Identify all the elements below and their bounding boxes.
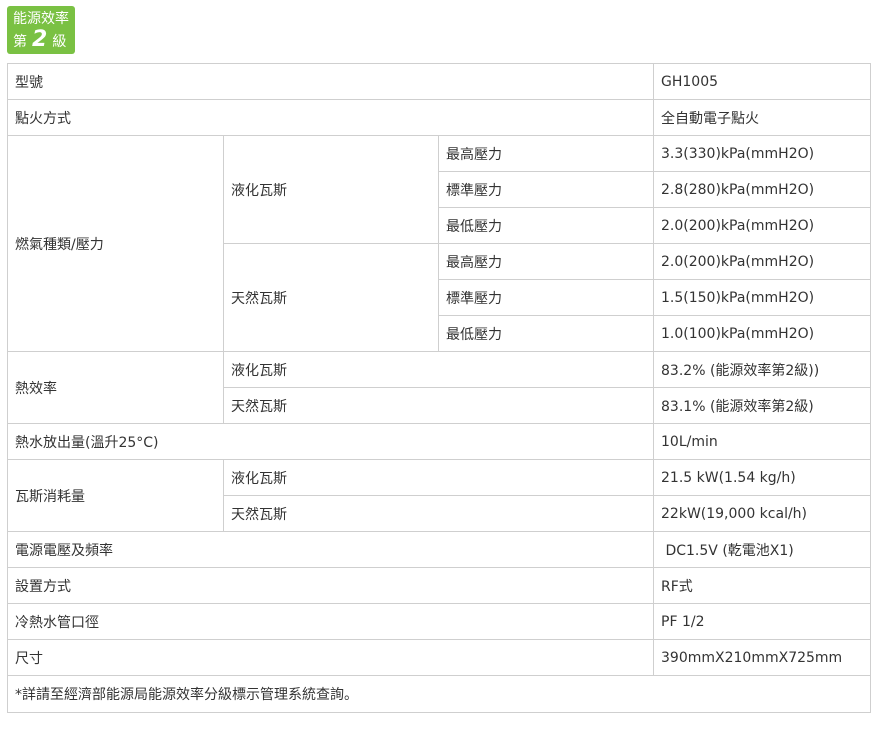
badge-title: 能源效率 [13,11,69,27]
spec-label: 電源電壓及頻率 [6,531,655,568]
gas-type-label: 天然瓦斯 [222,495,655,532]
spec-value: 2.0(200)kPa(mmH2O) [653,243,872,280]
table-row-pipe: 冷熱水管口徑 PF 1/2 [6,603,872,640]
spec-value: 83.1% (能源效率第2級) [653,387,872,424]
table-row-model: 型號 GH1005 [6,63,872,100]
table-row-gas: 燃氣種類/壓力 液化瓦斯 最高壓力 3.3(330)kPa(mmH2O) [7,135,872,352]
pressure-label: 最高壓力 [437,243,655,280]
pressure-label: 標準壓力 [437,279,655,316]
spec-label: 瓦斯消耗量 [7,459,224,532]
spec-value: PF 1/2 [653,603,872,640]
spec-value: 1.0(100)kPa(mmH2O) [653,315,872,352]
spec-label: 熱水放出量(溫升25°C) [6,423,655,460]
spec-label: 熱效率 [7,351,224,424]
spec-value: 21.5 kW(1.54 kg/h) [653,459,872,496]
spec-label: 設置方式 [6,567,655,604]
table-row-power: 電源電壓及頻率 DC1.5V (乾電池X1) [6,531,872,568]
table-row-hot-water: 熱水放出量(溫升25°C) 10L/min [6,423,872,460]
spec-value: RF式 [653,567,872,604]
badge-prefix: 第 [13,34,27,50]
badge-suffix: 級 [52,34,67,50]
spec-value: 2.0(200)kPa(mmH2O) [653,207,872,244]
gas-type-label: 液化瓦斯 [222,351,655,388]
table-row-size: 尺寸 390mmX210mmX725mm [6,639,872,676]
pressure-label: 最高壓力 [437,135,655,172]
footnote: *詳請至經濟部能源局能源效率分級標示管理系統查詢。 [6,675,872,713]
spec-label: 點火方式 [6,99,655,136]
spec-value: 390mmX210mmX725mm [653,639,872,676]
spec-value: 3.3(330)kPa(mmH2O) [653,135,872,172]
gas-type-label: 液化瓦斯 [222,459,655,496]
table-row-note: *詳請至經濟部能源局能源效率分級標示管理系統查詢。 [6,675,872,713]
table-row-consumption: 瓦斯消耗量 液化瓦斯 21.5 kW(1.54 kg/h) [7,459,872,532]
spec-value: 83.2% (能源效率第2級)) [653,351,872,388]
gas-type-label: 天然瓦斯 [223,243,439,352]
table-row-ignition: 點火方式 全自動電子點火 [6,99,872,136]
table-row-efficiency: 熱效率 液化瓦斯 83.2% (能源效率第2級)) [7,351,872,424]
spec-table: 型號 GH1005 點火方式 全自動電子點火 燃氣種類/壓力 液化瓦斯 最高壓力… [6,63,872,713]
spec-value: DC1.5V (乾電池X1) [653,531,872,568]
spec-value: 全自動電子點火 [653,99,872,136]
spec-value: 1.5(150)kPa(mmH2O) [653,279,872,316]
pressure-label: 最低壓力 [437,207,655,244]
spec-label: 型號 [6,63,655,100]
spec-value: 22kW(19,000 kcal/h) [653,495,872,532]
gas-type-label: 天然瓦斯 [222,387,655,424]
pressure-label: 標準壓力 [437,171,655,208]
badge-grade-row: 第 2 級 [13,27,75,52]
spec-label: 尺寸 [6,639,655,676]
spec-label: 燃氣種類/壓力 [7,135,224,352]
spec-value: 2.8(280)kPa(mmH2O) [653,171,872,208]
gas-type-label: 液化瓦斯 [223,135,439,244]
table-row-install: 設置方式 RF式 [6,567,872,604]
spec-label: 冷熱水管口徑 [6,603,655,640]
badge-grade: 2 [32,27,48,52]
spec-value: 10L/min [653,423,872,460]
spec-value: GH1005 [653,63,872,100]
energy-efficiency-badge: 能源效率 第 2 級 [7,6,75,54]
pressure-label: 最低壓力 [437,315,655,352]
